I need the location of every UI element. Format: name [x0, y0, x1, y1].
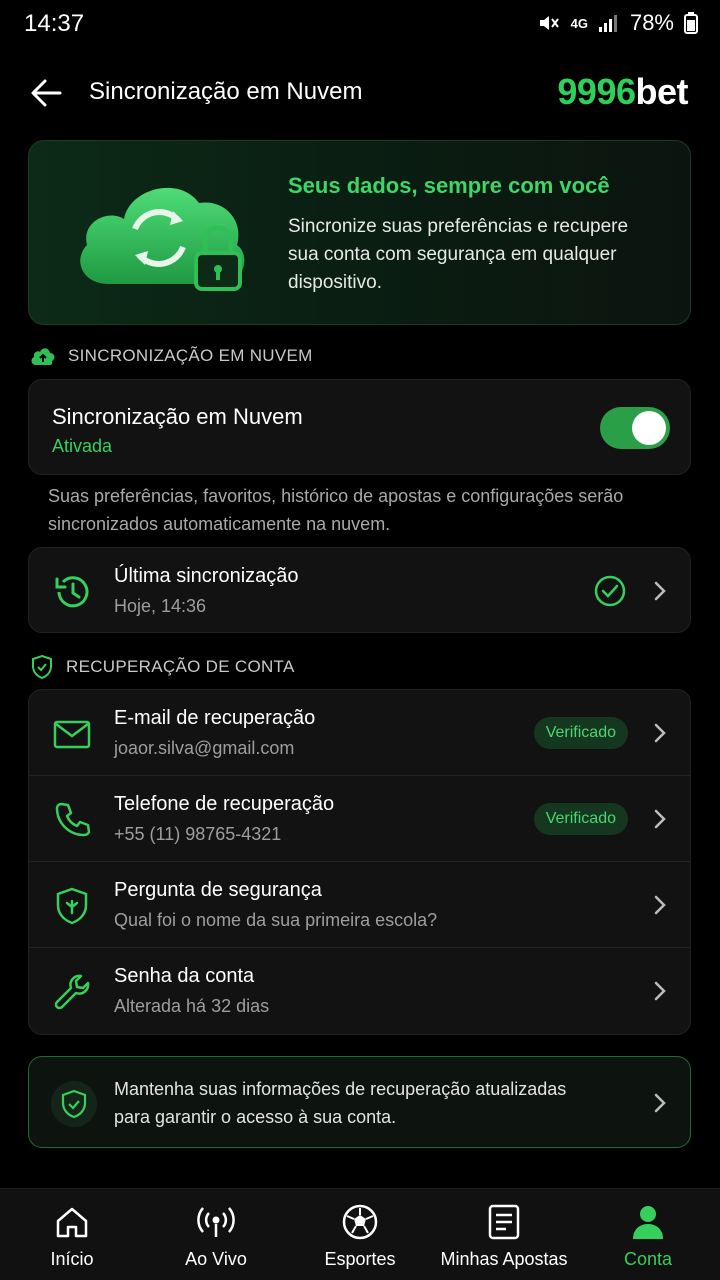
network-type: 4G [570, 15, 588, 31]
recovery-tip-card[interactable]: Mantenha suas informações de recuperação… [28, 1056, 691, 1148]
sync-toggle-switch[interactable] [600, 407, 670, 449]
chevron-right-icon [654, 723, 666, 743]
nav-label-ao-vivo: Ao Vivo [185, 1249, 247, 1269]
recovery-email-title: E-mail de recuperação [114, 707, 316, 729]
hero-banner: Seus dados, sempre com você Sincronize s… [28, 140, 691, 325]
account-password-row[interactable]: Senha da conta Alterada há 32 dias [29, 948, 690, 1034]
home-icon [56, 1207, 88, 1238]
recovery-phone-value: +55 (11) 98765-4321 [114, 824, 282, 844]
section-label-sync: SINCRONIZAÇÃO EM NUVEM [30, 345, 313, 367]
recovery-card: E-mail de recuperação joaor.silva@gmail.… [28, 689, 691, 1035]
nav-item-inicio[interactable]: Início [0, 1189, 144, 1280]
sync-toggle-title: Sincronização em Nuvem [52, 404, 303, 429]
bottom-nav: Início Ao Vivo Esportes Minhas Apostas C… [0, 1188, 720, 1280]
nav-item-ao-vivo[interactable]: Ao Vivo [144, 1189, 288, 1280]
wrench-icon [54, 974, 90, 1010]
status-bar: 14:37 4G 78% [0, 0, 720, 48]
shield-icon [56, 887, 88, 925]
live-icon [197, 1207, 235, 1237]
security-question-title: Pergunta de segurança [114, 879, 322, 901]
mute-icon [539, 16, 559, 30]
last-sync-row[interactable]: Última sincronização Hoje, 14:36 [29, 548, 690, 632]
back-button[interactable] [28, 76, 64, 110]
account-password-title: Senha da conta [114, 965, 255, 987]
chevron-right-icon [654, 895, 666, 915]
tip-icon-wrap [51, 1081, 97, 1127]
brand-logo: 9996bet [557, 71, 688, 113]
arrow-left-icon [31, 79, 62, 107]
last-sync-title: Última sincronização [114, 565, 299, 587]
cloud-upload-icon [31, 348, 55, 365]
last-sync-card[interactable]: Última sincronização Hoje, 14:36 [28, 547, 691, 633]
nav-label-inicio: Início [50, 1249, 94, 1269]
hero-description: Sincronize suas preferências e recupere … [288, 216, 629, 293]
security-question-row[interactable]: Pergunta de segurança Qual foi o nome da… [29, 862, 690, 948]
check-circle-icon [594, 575, 626, 607]
page-title: Sincronização em Nuvem [89, 78, 363, 105]
recovery-phone-title: Telefone de recuperação [114, 793, 335, 815]
chevron-right-icon [654, 809, 666, 829]
recovery-email-row[interactable]: E-mail de recuperação joaor.silva@gmail.… [29, 690, 690, 776]
recovery-phone-row[interactable]: Telefone de recuperação +55 (11) 98765-4… [29, 776, 690, 862]
nav-item-esportes[interactable]: Esportes [288, 1189, 432, 1280]
soccer-ball-icon [342, 1204, 378, 1240]
section-label-sync-text: SINCRONIZAÇÃO EM NUVEM [68, 346, 313, 365]
phone-icon [55, 802, 91, 837]
sync-note: Suas preferências, favoritos, histórico … [48, 486, 624, 534]
hero-title: Seus dados, sempre com você [288, 173, 610, 198]
nav-label-esportes: Esportes [324, 1249, 396, 1269]
shield-check-icon [61, 1089, 87, 1119]
sync-toggle-status: Ativada [52, 436, 113, 456]
shield-check-icon [32, 654, 52, 680]
nav-label-conta: Conta [623, 1249, 673, 1269]
brand-logo-number: 9996 [557, 71, 636, 112]
sync-toggle-card[interactable]: Sincronização em Nuvem Ativada [28, 379, 691, 475]
battery-icon [684, 12, 698, 34]
status-time: 14:37 [24, 10, 85, 37]
bets-icon [488, 1204, 520, 1240]
mail-icon [53, 720, 91, 749]
chevron-right-icon [654, 981, 666, 1001]
battery-percent: 78% [629, 10, 674, 35]
chevron-right-icon [654, 581, 666, 601]
signal-icon [598, 15, 617, 32]
brand-logo-text: bet [635, 71, 689, 112]
verified-badge: Verificado [533, 803, 628, 835]
status-icons: 4G 78% [537, 10, 698, 36]
security-question-value: Qual foi o nome da sua primeira escola? [114, 910, 438, 930]
toggle-knob [632, 411, 666, 445]
nav-label-minhas-apostas: Minhas Apostas [440, 1249, 568, 1269]
app-header: Sincronização em Nuvem 9996bet [0, 62, 720, 124]
recovery-tip-text: Mantenha suas informações de recuperação… [114, 1079, 567, 1127]
verified-badge: Verificado [533, 717, 628, 749]
recovery-email-value: joaor.silva@gmail.com [114, 738, 295, 758]
user-icon [633, 1206, 663, 1239]
history-icon [55, 576, 89, 608]
section-label-recovery-text: RECUPERAÇÃO DE CONTA [66, 657, 295, 676]
nav-item-conta[interactable]: Conta [576, 1189, 720, 1280]
section-label-recovery: RECUPERAÇÃO DE CONTA [30, 654, 295, 680]
cloud-sync-lock-icon [80, 187, 245, 291]
last-sync-value: Hoje, 14:36 [114, 596, 207, 616]
account-password-value: Alterada há 32 dias [114, 996, 270, 1016]
chevron-right-icon [654, 1093, 666, 1113]
nav-item-minhas-apostas[interactable]: Minhas Apostas [432, 1189, 576, 1280]
